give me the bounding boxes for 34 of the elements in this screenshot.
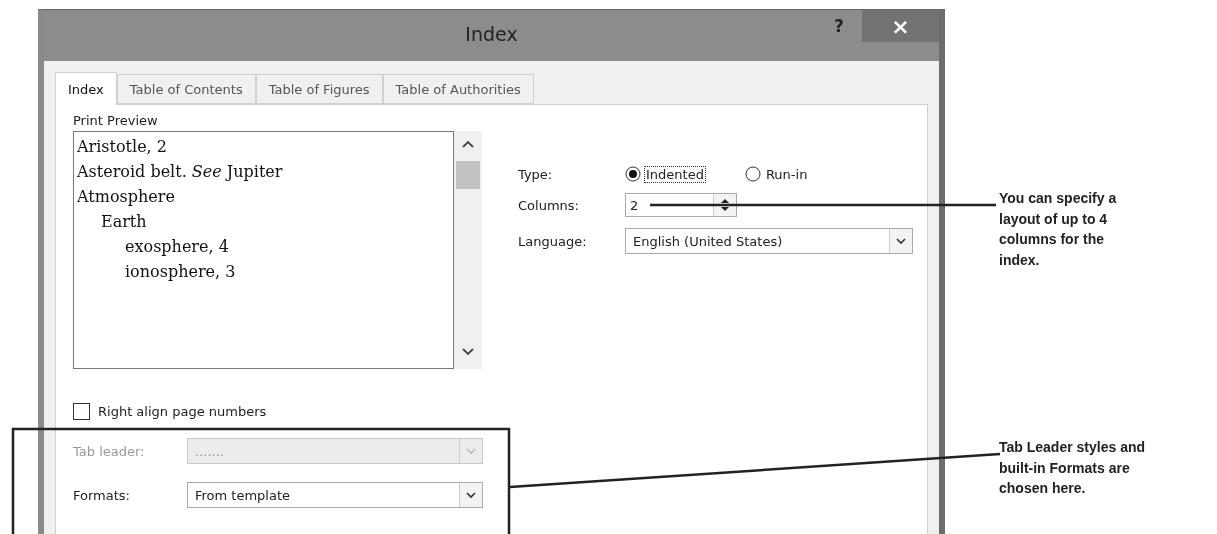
dropdown-caret-icon[interactable]: [459, 483, 482, 507]
print-preview-label: Print Preview: [73, 113, 159, 128]
checkbox-icon[interactable]: [73, 403, 90, 420]
spin-arrows-icon[interactable]: [713, 194, 736, 216]
callout-text: You can specify a layout of up to 4 columns for the index.: [999, 189, 1118, 270]
radio-icon[interactable]: [744, 166, 761, 182]
tab[interactable]: Table of Figures: [255, 74, 383, 104]
type-label: Type:: [518, 166, 554, 182]
language-label: Language:: [518, 233, 588, 249]
preview-entry: Atmosphere: [77, 186, 176, 208]
columns-label: Columns:: [518, 197, 580, 213]
radio-icon[interactable]: [625, 166, 641, 182]
radio-option[interactable]: Run-in: [744, 166, 809, 182]
preview-entry: Earth: [100, 211, 148, 233]
tab-leader-label: Tab leader:: [73, 443, 146, 459]
help-button[interactable]: ?: [816, 10, 862, 42]
preview-entry: Asteroid belt. See Jupiter: [77, 161, 284, 183]
preview-entry: ionosphere, 3: [124, 261, 237, 283]
preview-entry: exosphere, 4: [124, 236, 230, 258]
formats-dropdown[interactable]: From template: [187, 482, 483, 508]
right-align-checkbox[interactable]: Right align page numbers: [73, 403, 927, 420]
tab[interactable]: Index: [55, 72, 117, 105]
preview-entry: Aristotle, 2: [77, 136, 168, 158]
tab[interactable]: Table of Authorities: [382, 74, 534, 104]
tab[interactable]: Table of Contents: [116, 74, 256, 104]
language-dropdown[interactable]: English (United States): [625, 228, 913, 254]
close-button[interactable]: ×: [862, 10, 939, 42]
scrollbar[interactable]: [454, 131, 482, 369]
radio-option[interactable]: Indented: [625, 166, 705, 182]
callout-text: Tab Leader styles and built-in Formats are chosen here.: [999, 438, 1146, 498]
columns-spinner[interactable]: 2: [625, 193, 737, 217]
dropdown-caret-icon[interactable]: [889, 229, 912, 253]
window-title: Index: [464, 22, 519, 45]
formats-label: Formats:: [73, 487, 131, 503]
